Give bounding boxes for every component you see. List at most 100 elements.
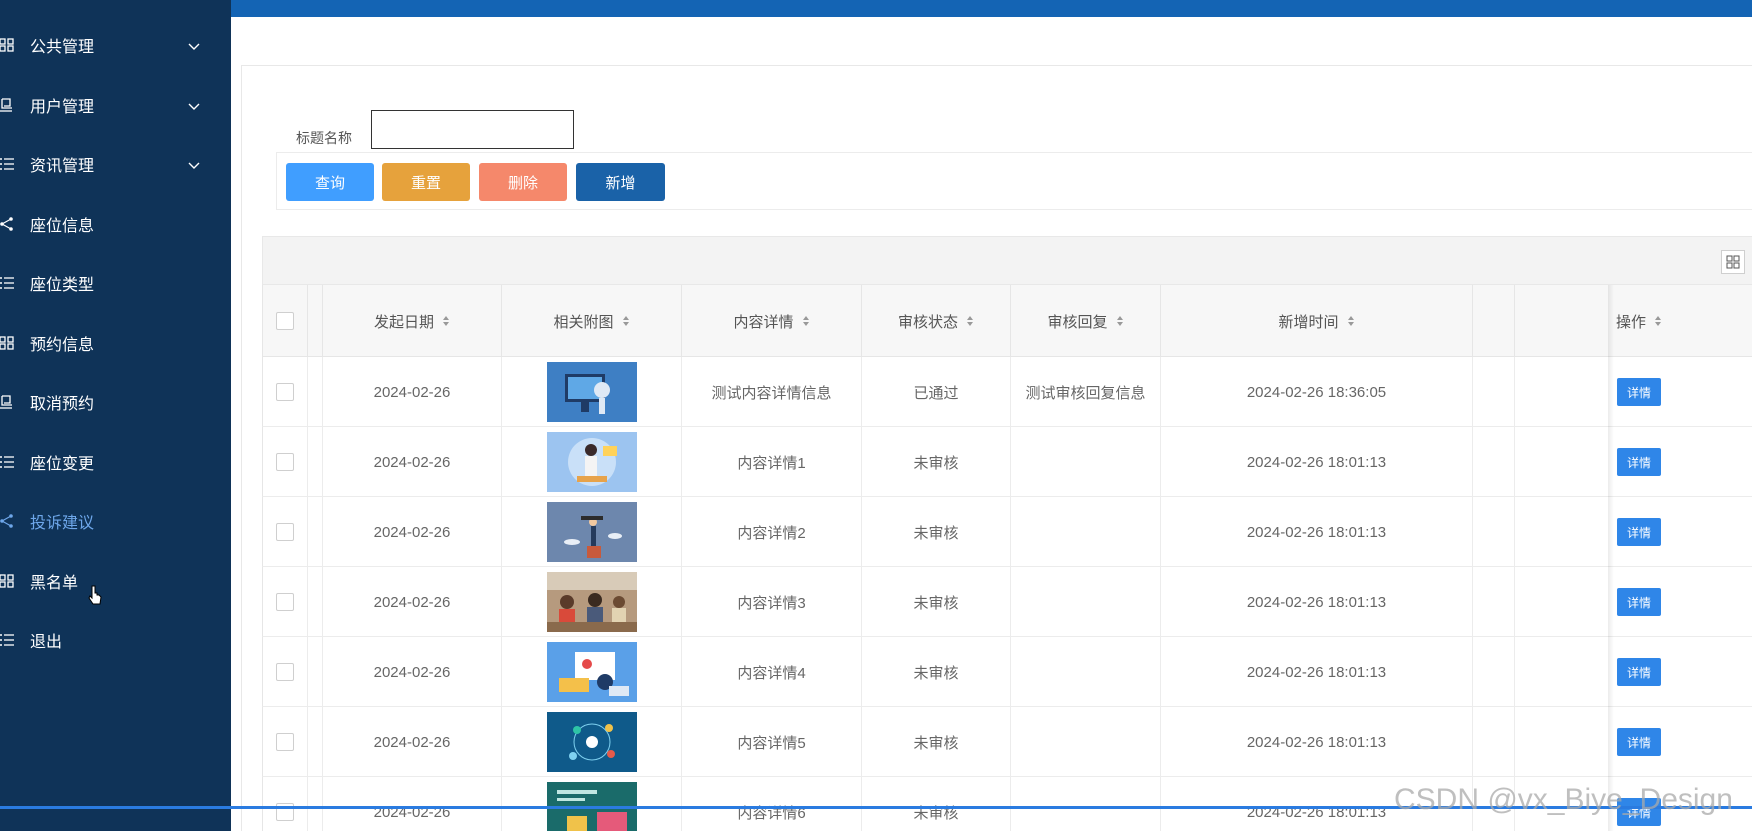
add-button[interactable]: 新增: [576, 163, 665, 201]
list-icon: [0, 633, 14, 647]
sort-icon[interactable]: [802, 315, 810, 327]
sidebar-item-2[interactable]: 资讯管理: [0, 144, 231, 184]
search-title-label: 标题名称: [296, 130, 352, 146]
table-row[interactable]: 2024-02-26 内容详情2 未审核 2024-02-26 18:01:13 详情: [262, 497, 1752, 567]
sidebar-item-6[interactable]: 取消预约: [0, 382, 231, 422]
cell-date: 2024-02-26: [323, 707, 502, 777]
header-content[interactable]: 内容详情: [682, 285, 862, 357]
sidebar-item-4[interactable]: 座位类型: [0, 263, 231, 303]
sidebar-item-label: 座位变更: [30, 455, 95, 473]
row-checkbox[interactable]: [276, 593, 294, 611]
cell-reply: [1011, 637, 1161, 707]
cell-image: [502, 357, 682, 427]
detail-button[interactable]: 详情: [1617, 658, 1661, 686]
sidebar-item-10[interactable]: 退出: [0, 620, 231, 660]
row-checkbox[interactable]: [276, 733, 294, 751]
sidebar-item-5[interactable]: 预约信息: [0, 323, 231, 363]
select-all-checkbox[interactable]: [276, 312, 294, 330]
detail-button[interactable]: 详情: [1617, 448, 1661, 476]
cell-text-created: 2024-02-26 18:01:13: [1246, 663, 1387, 681]
header-status[interactable]: 审核状态: [862, 285, 1011, 357]
cell-text-created: 2024-02-26 18:01:13: [1246, 453, 1387, 471]
cell-text-status: 未审核: [913, 454, 959, 472]
cell-spacer: [308, 427, 323, 497]
cell-text-content: 内容详情3: [737, 594, 806, 612]
cell-image: [502, 497, 682, 567]
attachment-thumbnail[interactable]: [546, 572, 637, 632]
sidebar-item-8[interactable]: 投诉建议: [0, 501, 231, 541]
cell-status: 未审核: [862, 637, 1011, 707]
sidebar-item-3[interactable]: 座位信息: [0, 204, 231, 244]
table-row[interactable]: 2024-02-26 测试内容详情信息 已通过 测试审核回复信息 2024-02-26 …: [262, 357, 1752, 427]
cell-hidden: [1473, 357, 1515, 427]
header-ops-label: 操作: [1615, 313, 1646, 331]
sort-icon[interactable]: [622, 315, 630, 327]
header-status-label: 审核状态: [897, 313, 958, 331]
header-reply[interactable]: 审核回复: [1011, 285, 1161, 357]
sidebar-item-label: 用户管理: [30, 98, 95, 116]
sort-icon[interactable]: [966, 315, 974, 327]
sidebar-item-1[interactable]: 用户管理: [0, 85, 231, 125]
attachment-thumbnail[interactable]: [546, 502, 637, 562]
column-filter-icon[interactable]: [1721, 250, 1745, 274]
sort-icon[interactable]: [442, 315, 450, 327]
header-date[interactable]: 发起日期: [323, 285, 502, 357]
table-row[interactable]: 2024-02-26 内容详情5 未审核 2024-02-26 18:01:13 详情: [262, 707, 1752, 777]
row-checkbox[interactable]: [276, 523, 294, 541]
attachment-thumbnail[interactable]: [546, 642, 637, 702]
reset-button[interactable]: 重置: [382, 163, 470, 201]
chevron-down-icon: [188, 99, 200, 111]
sidebar-item-0[interactable]: 公共管理: [0, 25, 231, 65]
cell-content: 内容详情3: [682, 567, 862, 637]
cell-spacer: [308, 357, 323, 427]
share-icon: [0, 514, 14, 528]
sidebar-item-label: 座位类型: [30, 277, 95, 294]
cell-image: [502, 707, 682, 777]
app-root: 公共管理用户管理资讯管理座位信息座位类型预约信息取消预约座位变更投诉建议黑名单退…: [0, 0, 1752, 831]
attachment-thumbnail[interactable]: [546, 362, 637, 422]
attachment-thumbnail[interactable]: [546, 432, 637, 492]
row-checkbox[interactable]: [276, 453, 294, 471]
row-checkbox[interactable]: [276, 383, 294, 401]
cell-text-status: 未审核: [913, 524, 959, 542]
cell-op: 详情: [1515, 357, 1752, 427]
mouse-cursor-icon: [88, 585, 102, 605]
monitor-icon: [0, 395, 14, 409]
chevron-down-icon: [188, 158, 200, 170]
table-row[interactable]: 2024-02-26 内容详情1 未审核 2024-02-26 18:01:13 详情: [262, 427, 1752, 497]
cell-text-status: 未审核: [913, 594, 959, 612]
cell-chk: [263, 427, 308, 497]
delete-button[interactable]: 删除: [479, 163, 567, 201]
detail-button[interactable]: 详情: [1617, 728, 1661, 756]
sidebar-item-9[interactable]: 黑名单: [0, 561, 231, 601]
row-checkbox[interactable]: [276, 663, 294, 681]
header-ops[interactable]: 操作: [1515, 285, 1752, 357]
header-image-label: 相关附图: [553, 313, 614, 331]
sidebar-item-7[interactable]: 座位变更: [0, 442, 231, 482]
sort-icon[interactable]: [1116, 315, 1124, 327]
cell-chk: [263, 357, 308, 427]
detail-button[interactable]: 详情: [1617, 378, 1661, 406]
cell-content: 内容详情2: [682, 497, 862, 567]
cell-status: 未审核: [862, 567, 1011, 637]
cell-image: [502, 427, 682, 497]
sort-icon[interactable]: [1654, 315, 1662, 327]
attachment-thumbnail[interactable]: [546, 712, 637, 772]
header-content-label: 内容详情: [733, 313, 794, 331]
query-button[interactable]: 查询: [286, 163, 374, 201]
cell-hidden: [1473, 497, 1515, 567]
detail-button[interactable]: 详情: [1617, 588, 1661, 616]
cell-reply: [1011, 427, 1161, 497]
cell-text-date: 2024-02-26: [373, 733, 451, 751]
header-image[interactable]: 相关附图: [502, 285, 682, 357]
search-title-input[interactable]: [371, 110, 574, 149]
table-row[interactable]: 2024-02-26 内容详情4 未审核 2024-02-26 18:01:13 详情: [262, 637, 1752, 707]
sidebar-item-label: 取消预约: [30, 396, 95, 413]
header-created[interactable]: 新增时间: [1161, 285, 1473, 357]
main-content: 标题名称 查询 重置 删除 新增 发起日期 相关附图 内容详情 审核状态 审核回…: [231, 17, 1752, 831]
sort-icon[interactable]: [1347, 315, 1355, 327]
table-row[interactable]: 2024-02-26 内容详情3 未审核 2024-02-26 18:01:13 详情: [262, 567, 1752, 637]
cell-reply: [1011, 497, 1161, 567]
detail-button[interactable]: 详情: [1617, 518, 1661, 546]
header-date-label: 发起日期: [373, 313, 434, 331]
